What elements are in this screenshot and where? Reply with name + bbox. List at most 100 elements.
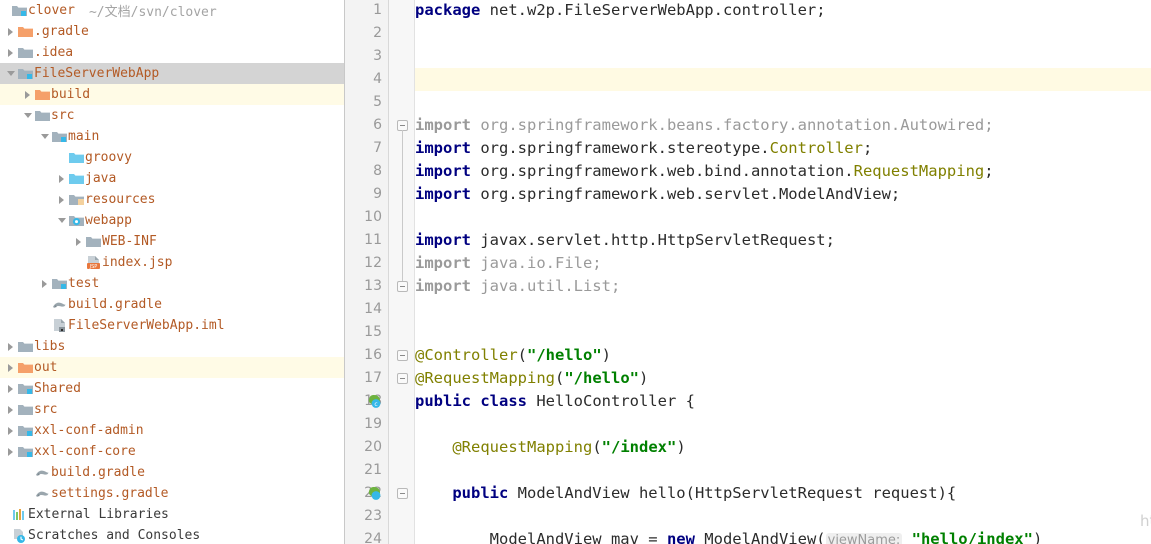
tree-item-xxl-conf-admin[interactable]: xxl-conf-admin xyxy=(0,420,344,441)
chevron-right-icon[interactable] xyxy=(6,357,17,378)
code-token: ) xyxy=(601,346,611,364)
tree-item-groovy[interactable]: groovy xyxy=(0,147,344,168)
chevron-right-icon[interactable] xyxy=(6,336,17,357)
tree-item-test[interactable]: test xyxy=(0,273,344,294)
fold-toggle-icon[interactable] xyxy=(397,350,408,361)
chevron-right-icon[interactable] xyxy=(6,42,17,63)
code-line[interactable]: import org.springframework.stereotype.Co… xyxy=(415,137,872,160)
code-line[interactable]: @RequestMapping("/index") xyxy=(415,436,686,459)
tree-item-web-inf[interactable]: WEB-INF xyxy=(0,231,344,252)
code-token: javax.servlet.http.HttpServletRequest; xyxy=(480,231,835,249)
tree-item-java[interactable]: java xyxy=(0,168,344,189)
spring-bean-icon[interactable]: c xyxy=(367,394,382,409)
tree-item-libs[interactable]: libs xyxy=(0,336,344,357)
tree-item-xxl-conf-core[interactable]: xxl-conf-core xyxy=(0,441,344,462)
tree-item-label: build.gradle xyxy=(51,465,145,480)
code-line[interactable]: @Controller("/hello") xyxy=(415,344,611,367)
module-folder-icon xyxy=(11,0,28,21)
code-line[interactable]: import org.springframework.web.servlet.M… xyxy=(415,183,900,206)
code-line[interactable]: import java.io.File; xyxy=(415,252,602,275)
code-line[interactable]: import javax.servlet.http.HttpServletReq… xyxy=(415,229,835,252)
tree-item-build-gradle[interactable]: build.gradle xyxy=(0,462,344,483)
code-token: ) xyxy=(638,369,649,387)
chevron-right-icon[interactable] xyxy=(6,399,17,420)
tree-item-gradle[interactable]: .gradle xyxy=(0,21,344,42)
tree-item-external-libraries[interactable]: External Libraries xyxy=(0,504,344,525)
code-folding-strip[interactable] xyxy=(389,0,415,544)
chevron-right-icon[interactable] xyxy=(6,378,17,399)
code-editor[interactable]: 1234567891011121314151617181920212223242… xyxy=(345,0,1151,544)
tree-item-shared[interactable]: Shared xyxy=(0,378,344,399)
chevron-right-icon[interactable] xyxy=(6,420,17,441)
svg-text:c: c xyxy=(374,401,377,408)
chevron-right-icon[interactable] xyxy=(6,441,17,462)
folder-gray-icon xyxy=(17,399,34,420)
gradle-file-icon xyxy=(34,462,51,483)
line-number: 11 xyxy=(364,232,382,248)
tree-item-settings-gradle[interactable]: settings.gradle xyxy=(0,483,344,504)
chevron-down-icon[interactable] xyxy=(57,210,68,231)
tree-item-label: xxl-conf-admin xyxy=(34,423,144,438)
chevron-right-icon[interactable] xyxy=(23,84,34,105)
tree-item-build[interactable]: build xyxy=(0,84,344,105)
tree-item-root[interactable]: clover ~/文档/svn/clover xyxy=(0,0,344,21)
module-folder-icon xyxy=(17,441,34,462)
code-line[interactable]: @RequestMapping("/hello") xyxy=(415,367,648,390)
code-token: import xyxy=(415,254,481,272)
tree-item-webapp[interactable]: webapp xyxy=(0,210,344,231)
line-number: 20 xyxy=(364,439,382,455)
tree-item-list[interactable]: .gradle .idea FileServerWebApp build src main… xyxy=(0,21,344,544)
code-token: class xyxy=(480,392,537,410)
project-tree-panel[interactable]: clover ~/文档/svn/clover .gradle .idea FileS… xyxy=(0,0,345,544)
tree-item-scratches-and-consoles[interactable]: Scratches and Consoles xyxy=(0,525,344,544)
tree-item-main[interactable]: main xyxy=(0,126,344,147)
line-number: 9 xyxy=(373,186,382,202)
code-line[interactable]: import org.springframework.web.bind.anno… xyxy=(415,160,994,183)
chevron-down-icon[interactable] xyxy=(23,105,34,126)
code-line[interactable]: public ModelAndView hello(HttpServletReq… xyxy=(415,482,956,505)
fold-toggle-icon[interactable] xyxy=(397,281,408,292)
chevron-right-icon[interactable] xyxy=(57,189,68,210)
line-number: 6 xyxy=(373,117,382,133)
code-line[interactable]: public class HelloController { xyxy=(415,390,695,413)
code-token: ) xyxy=(676,438,686,456)
tree-item-index-jsp[interactable]: JSP index.jsp xyxy=(0,252,344,273)
tree-item-label: java xyxy=(85,171,117,186)
spring-mapping-icon[interactable] xyxy=(367,486,382,501)
tree-item-fileserverwebapp[interactable]: FileServerWebApp xyxy=(0,63,344,84)
tree-item-src[interactable]: src xyxy=(0,399,344,420)
code-line[interactable]: package net.w2p.FileServerWebApp.control… xyxy=(415,0,826,22)
chevron-right-icon[interactable] xyxy=(74,231,85,252)
tree-item-label: .idea xyxy=(34,45,74,60)
tree-item-src[interactable]: src xyxy=(0,105,344,126)
chevron-down-icon[interactable] xyxy=(40,126,51,147)
code-token: org.springframework.web.servlet.ModelAnd… xyxy=(480,185,901,203)
chevron-down-icon[interactable] xyxy=(6,63,17,84)
tree-item-build-gradle[interactable]: build.gradle xyxy=(0,294,344,315)
code-token: @Controller xyxy=(415,346,518,364)
tree-item-out[interactable]: out xyxy=(0,357,344,378)
module-folder-icon xyxy=(17,420,34,441)
line-number: 24 xyxy=(364,531,382,544)
fold-toggle-icon[interactable] xyxy=(397,373,408,384)
caret-line-highlight xyxy=(345,68,1151,91)
tree-item-idea[interactable]: .idea xyxy=(0,42,344,63)
chevron-right-icon[interactable] xyxy=(6,21,17,42)
code-token: "/hello" xyxy=(564,369,639,387)
code-line[interactable]: ModelAndView mav = new ModelAndView(view… xyxy=(415,528,1042,544)
code-line[interactable]: import java.util.List; xyxy=(415,275,620,298)
code-token: @RequestMapping xyxy=(452,438,593,456)
svg-text:JSP: JSP xyxy=(89,264,98,270)
fold-toggle-icon[interactable] xyxy=(397,488,408,499)
tree-item-resources[interactable]: resources xyxy=(0,189,344,210)
chevron-right-icon[interactable] xyxy=(57,168,68,189)
line-number-gutter[interactable]: 1234567891011121314151617181920212223242… xyxy=(345,0,389,544)
tree-item-fileserverwebapp-iml[interactable]: FileServerWebApp.iml xyxy=(0,315,344,336)
chevron-right-icon[interactable] xyxy=(40,273,51,294)
code-line[interactable]: import org.springframework.beans.factory… xyxy=(415,114,994,137)
